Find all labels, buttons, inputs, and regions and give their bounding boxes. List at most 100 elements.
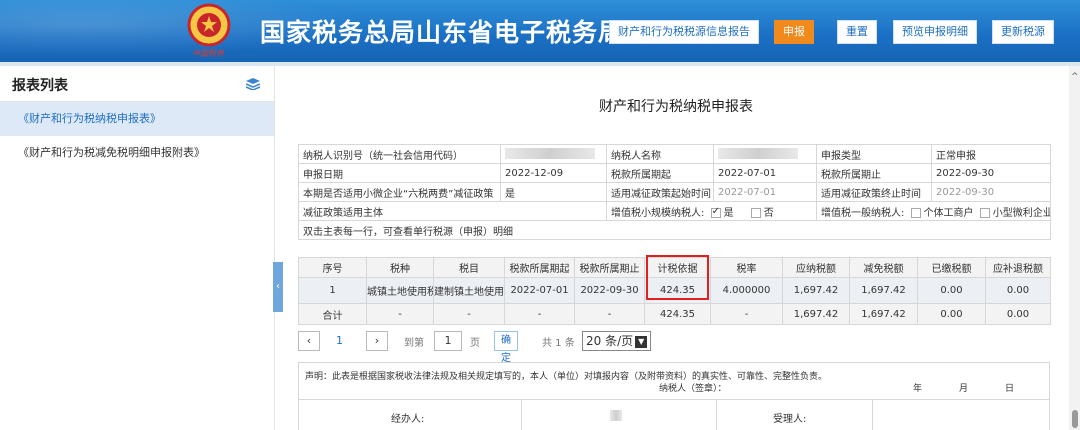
handler-value-cell[interactable] (522, 400, 717, 430)
taxpayer-info-table: 纳税人识别号（统一社会信用代码） 纳税人名称 申报类型 正常申报 申报日期 20… (298, 144, 1051, 240)
prev-page-icon[interactable]: ‹ (298, 331, 320, 351)
table-cell: - (433, 303, 505, 325)
tax-basis-highlight (646, 255, 709, 300)
column-header: 应补退税额 (985, 257, 1051, 278)
vat-small-yes-label: 是 (723, 207, 734, 219)
column-header: 税款所属期止 (574, 257, 645, 278)
acceptor-label-cell: 受理人: (717, 400, 873, 430)
column-header: 税款所属期起 (504, 257, 575, 278)
small-micro-enterprise-label: 小型微利企业 (992, 207, 1051, 219)
table-cell: 2022-07-01 (504, 277, 575, 304)
individual-business-label: 个体工商户 (923, 207, 974, 219)
small-micro-enterprise-checkbox[interactable] (979, 207, 990, 218)
sidebar-item-main-report[interactable]: 《财产和行为税纳税申报表》 (0, 102, 274, 136)
vat-small-yes-checkbox[interactable] (710, 206, 721, 218)
acceptor-label: 受理人: (773, 414, 807, 425)
update-tax-source-button[interactable]: 更新税源 (992, 20, 1054, 44)
handler-label-cell: 经办人: (299, 400, 522, 430)
table-cell: 2022-09-30 (574, 277, 645, 304)
redacted-signature (610, 410, 622, 421)
emblem-caption: 中国税务 (192, 49, 224, 58)
goto-label: 到第 (404, 338, 424, 349)
month-label: 月 (959, 384, 969, 394)
table-cell: 建制镇土地使用 (433, 277, 505, 304)
sidebar-title: 报表列表 (12, 78, 68, 94)
next-page-icon[interactable]: › (366, 331, 388, 351)
table-cell: 1,697.42 (849, 277, 918, 304)
period-end-value: 2022-09-30 (931, 163, 1051, 183)
column-header: 减免税额 (849, 257, 918, 278)
declare-button[interactable]: 申报 (774, 20, 814, 44)
year-label: 年 (913, 384, 923, 394)
column-header: 税种 (366, 257, 434, 278)
table-cell: 合计 (298, 303, 367, 325)
taxpayer-name-label: 纳税人名称 (606, 144, 714, 164)
report-title: 财产和行为税纳税申报表 (599, 99, 753, 115)
small-micro-policy-value: 是 (500, 182, 607, 202)
column-header: 已缴税额 (917, 257, 986, 278)
table-cell: - (574, 303, 645, 325)
table-cell: 1,697.42 (849, 303, 918, 325)
top-banner: 中国税务 国家税务总局山东省电子税务局 财产和行为税税源信息报告 申报 重置 预… (0, 0, 1080, 62)
declaration-section: 声明：此表是根据国家税收法律法规及相关规定填写的，本人（单位）对填报内容（及附带… (298, 362, 1050, 430)
scroll-thumb[interactable] (1072, 410, 1078, 428)
layers-icon[interactable] (246, 78, 260, 90)
goto-page-input[interactable]: 1 (434, 331, 462, 351)
table-cell: 1 (298, 277, 367, 304)
individual-business-checkbox[interactable] (910, 207, 921, 218)
table-cell: - (366, 303, 434, 325)
tax-source-report-button[interactable]: 财产和行为税税源信息报告 (609, 20, 759, 44)
tax-emblem-icon (187, 3, 231, 47)
total-count: 共 1 条 (542, 338, 575, 349)
day-label: 日 (1005, 384, 1015, 394)
table-cell: 1,697.42 (782, 277, 850, 304)
page-size-value: 20 条/页 (586, 334, 634, 348)
table-cell: - (504, 303, 575, 325)
signer-label: 纳税人（签章）： (659, 384, 727, 394)
column-header: 序号 (298, 257, 367, 278)
declare-type-value: 正常申报 (931, 144, 1051, 164)
reset-button[interactable]: 重置 (837, 20, 877, 44)
column-header: 税目 (433, 257, 505, 278)
declare-type-label: 申报类型 (816, 144, 932, 164)
handler-row: 经办人: 受理人: (299, 399, 1049, 430)
scroll-up-icon[interactable]: ^ (1071, 72, 1079, 82)
report-list-sidebar: 报表列表 《财产和行为税纳税申报表》 《财产和行为税减免税明细申报附表》 (0, 66, 275, 430)
policy-end-value: 2022-09-30 (931, 182, 1051, 202)
taxpayer-id-value (500, 144, 607, 164)
confirm-page-button[interactable]: 确定 (494, 331, 518, 364)
period-start-value: 2022-07-01 (713, 163, 817, 183)
sidebar-header: 报表列表 (0, 66, 274, 102)
table-cell: 0.00 (917, 303, 986, 325)
policy-start-label: 适用减征政策起始时间 (606, 182, 714, 202)
column-header: 应纳税额 (782, 257, 850, 278)
sidebar-item-relief-schedule[interactable]: 《财产和行为税减免税明细申报附表》 (0, 136, 274, 170)
column-header: 税率 (710, 257, 783, 278)
vat-general-label: 增值税一般纳税人: (821, 207, 905, 219)
vat-small-no-checkbox[interactable] (750, 207, 761, 218)
vat-general-cell: 增值税一般纳税人: 个体工商户 小型微利企业 (816, 201, 1051, 221)
period-start-label: 税款所属期起 (606, 163, 714, 183)
detail-hint: 双击主表每一行，可查看单行税源（申报）明细 (298, 220, 1051, 240)
page-size-select[interactable]: 20 条/页 ▼ (582, 331, 652, 351)
site-title: 国家税务总局山东省电子税务局 (260, 18, 625, 47)
table-cell: 424.35 (644, 303, 711, 325)
taxpayer-id-label: 纳税人识别号（统一社会信用代码） (298, 144, 501, 164)
current-page[interactable]: 1 (336, 334, 343, 347)
collapse-sidebar-handle[interactable]: ‹ (273, 262, 283, 312)
table-cell: 0.00 (985, 277, 1051, 304)
policy-subject-label: 减征政策适用主体 (298, 201, 607, 221)
vat-small-scale-cell: 增值税小规模纳税人: 是 否 (606, 201, 817, 221)
vat-small-no-label: 否 (763, 207, 774, 219)
vat-small-scale-label: 增值税小规模纳税人: (611, 207, 705, 219)
policy-start-value: 2022-07-01 (713, 182, 817, 202)
preview-detail-button[interactable]: 预览申报明细 (893, 20, 977, 44)
table-cell: 城镇土地使用税 (366, 277, 434, 304)
table-cell: - (710, 303, 783, 325)
declaration-statement: 声明：此表是根据国家税收法律法规及相关规定填写的，本人（单位）对填报内容（及附带… (305, 372, 828, 382)
table-cell: 4.000000 (710, 277, 783, 304)
total-row: 合计 - - - - 424.35 - 1,697.42 1,697.42 0.… (298, 303, 1051, 325)
vertical-scrollbar[interactable] (1069, 66, 1080, 430)
chevron-down-icon: ▼ (635, 335, 648, 348)
page-unit-label: 页 (470, 338, 480, 349)
